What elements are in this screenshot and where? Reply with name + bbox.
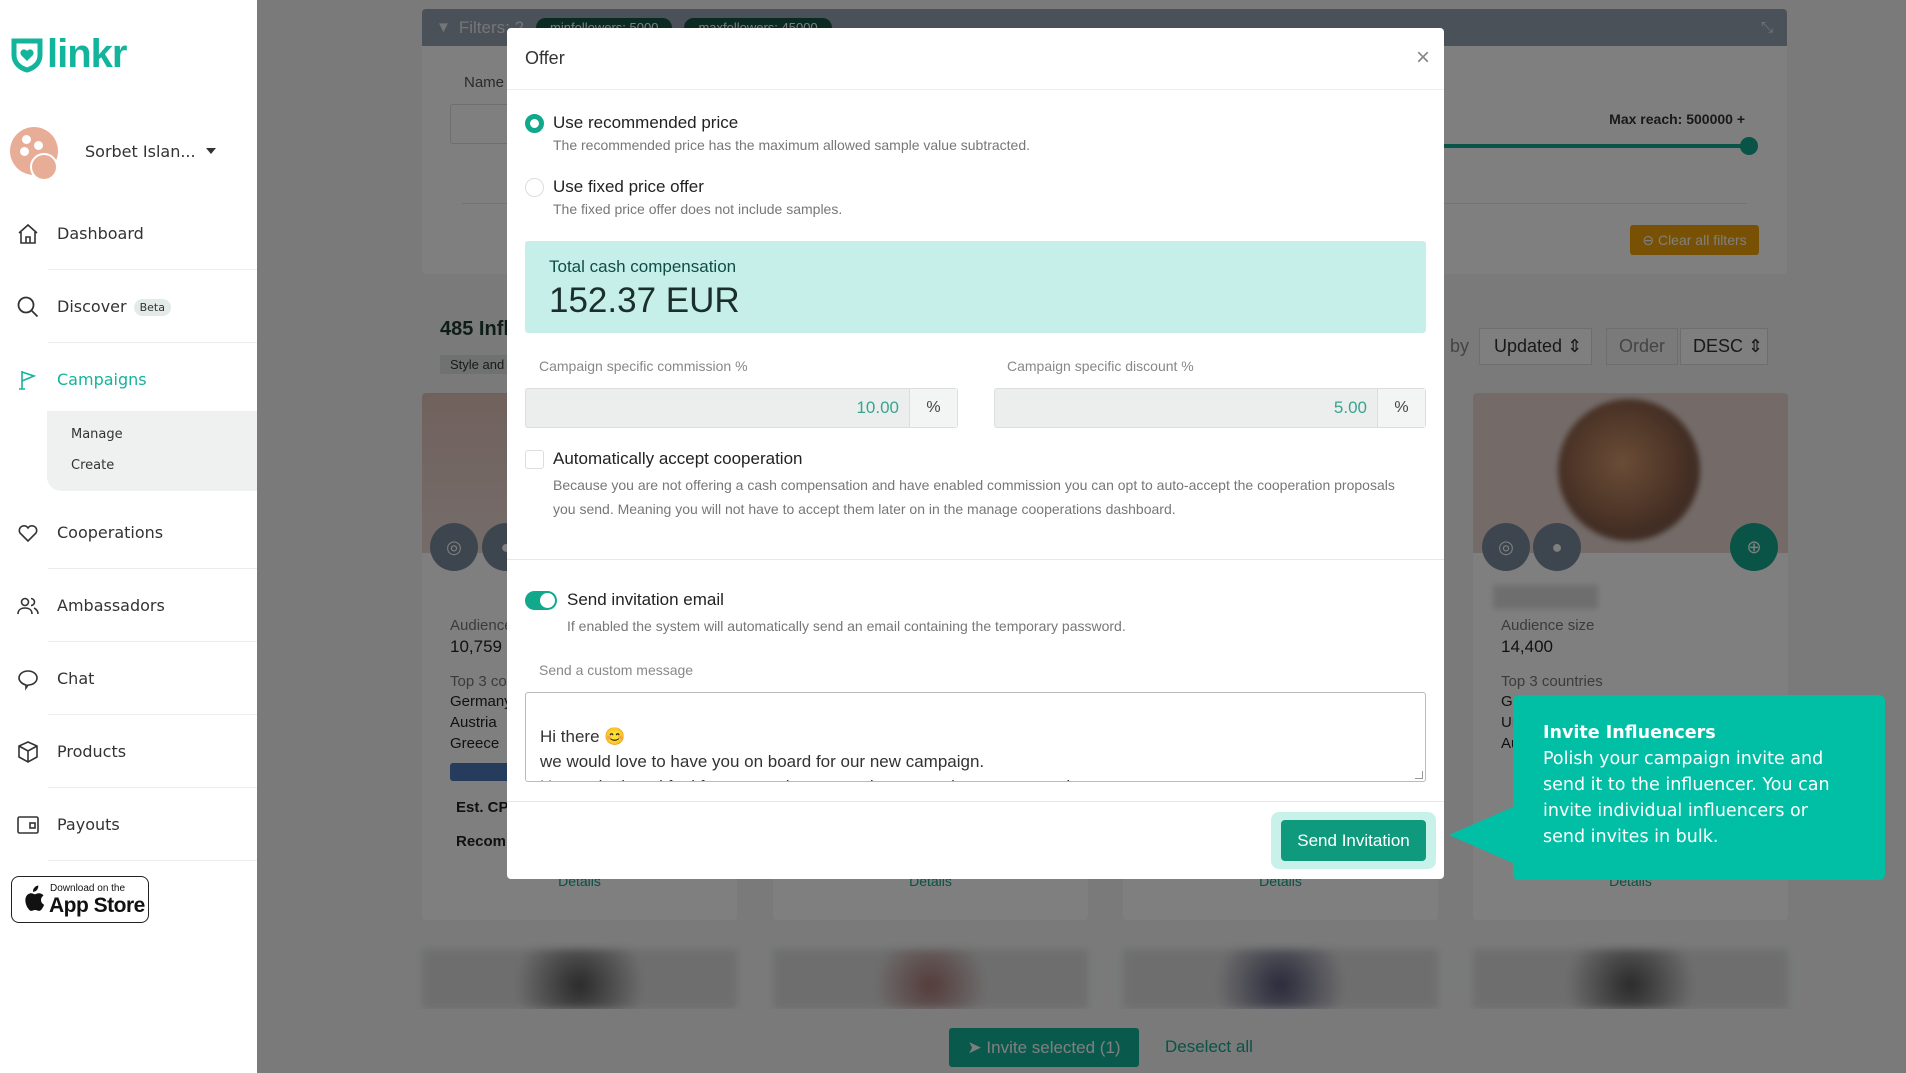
sidebar-item-dashboard[interactable]: Dashboard [0, 197, 257, 270]
submenu-create[interactable]: Create [71, 458, 114, 473]
modal-title: Offer [525, 48, 565, 68]
custom-message-text: Hi there 😊 we would love to have you on … [540, 727, 1102, 781]
brand-name: linkr [47, 32, 127, 76]
sidebar-item-cooperations[interactable]: Cooperations [0, 496, 257, 569]
sidebar-item-discover[interactable]: Discover Beta [0, 270, 257, 343]
sidebar-item-products[interactable]: Products [0, 715, 257, 788]
avatar [10, 127, 58, 181]
radio-fixed-price[interactable] [525, 178, 544, 197]
box-icon [18, 740, 38, 763]
commission-input[interactable]: 10.00 % [525, 388, 958, 428]
campaigns-submenu: Manage Create [47, 411, 257, 491]
resize-handle-icon[interactable] [1415, 771, 1423, 779]
users-icon [17, 597, 39, 614]
home-icon [18, 223, 38, 244]
logo[interactable]: linkr [10, 32, 127, 77]
cash-amount: 152.37 EUR [549, 281, 740, 320]
sidebar-item-campaigns[interactable]: Campaigns [0, 343, 257, 416]
beta-badge: Beta [133, 299, 171, 316]
send-button-highlight: Send Invitation [1271, 812, 1436, 869]
tooltip-body: Polish your campaign invite and send it … [1543, 749, 1830, 847]
cash-compensation-box: Total cash compensation 152.37 EUR [525, 241, 1426, 333]
sidebar: linkr Sorbet Islan... Dashboard Discover… [0, 0, 257, 1073]
invite-email-toggle[interactable] [525, 591, 557, 610]
caret-down-icon [205, 148, 216, 154]
chat-icon [18, 669, 38, 691]
profile-switcher[interactable]: Sorbet Islan... [10, 127, 216, 181]
offer-modal: Offer × Use recommended price The recomm… [507, 28, 1444, 879]
sidebar-item-payouts[interactable]: Payouts [0, 788, 257, 861]
custom-message-textarea[interactable]: Hi there 😊 we would love to have you on … [525, 692, 1426, 782]
auto-accept-checkbox[interactable] [525, 450, 544, 469]
sidebar-item-chat[interactable]: Chat [0, 642, 257, 715]
option-label: Use fixed price offer [553, 177, 704, 196]
tooltip-title: Invite Influencers [1543, 723, 1716, 743]
profile-name: Sorbet Islan... [85, 141, 196, 161]
search-icon [17, 296, 39, 317]
apple-icon [25, 885, 45, 911]
option-label: Use recommended price [553, 113, 739, 132]
close-icon[interactable]: × [1416, 44, 1430, 72]
radio-recommended-price[interactable] [525, 114, 544, 133]
wallet-icon [17, 815, 39, 834]
sidebar-item-ambassadors[interactable]: Ambassadors [0, 569, 257, 642]
send-invitation-button[interactable]: Send Invitation [1281, 820, 1426, 861]
discount-input[interactable]: 5.00 % [994, 388, 1426, 428]
flag-icon [19, 370, 37, 390]
heart-icon [18, 524, 38, 542]
onboarding-tooltip: Invite Influencers Polish your campaign … [1449, 695, 1885, 880]
submenu-manage[interactable]: Manage [71, 427, 123, 442]
shield-heart-icon [11, 38, 43, 73]
app-store-badge[interactable]: Download on the App Store [11, 876, 149, 923]
